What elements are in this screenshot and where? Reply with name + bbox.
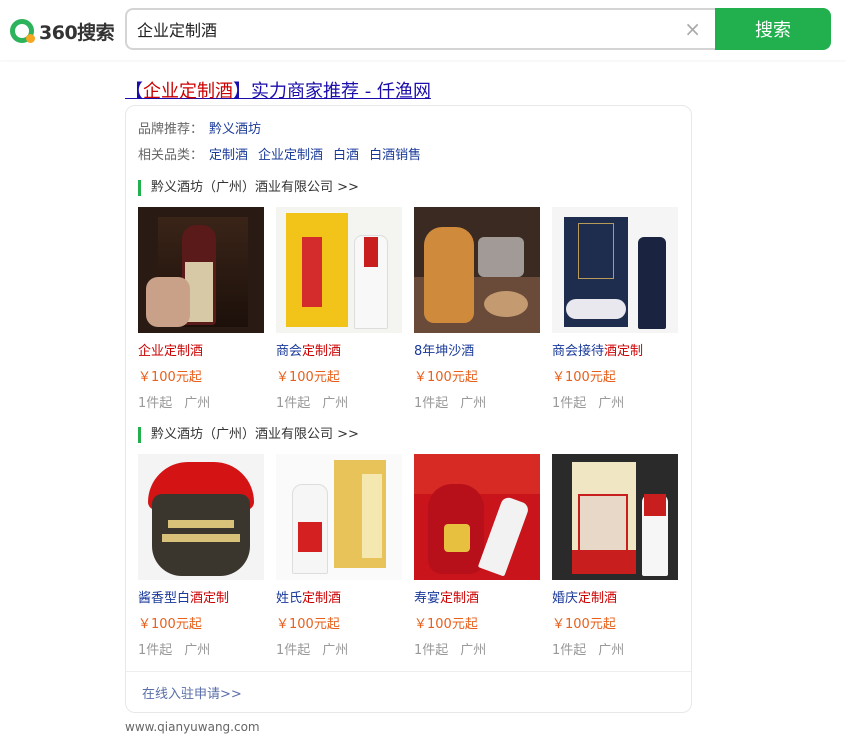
product-city: 广州: [460, 396, 487, 411]
related-link[interactable]: 定制酒: [209, 148, 248, 163]
product-city: 广州: [322, 643, 349, 658]
product-image[interactable]: [552, 207, 678, 333]
product-meta: 1件起 广州: [138, 639, 210, 658]
company-link[interactable]: 黔义酒坊（广州）酒业有限公司 >>: [138, 180, 359, 196]
logo-icon: [10, 19, 35, 43]
search-box: ×: [125, 8, 717, 50]
product-name[interactable]: 商会接待酒定制: [552, 340, 643, 359]
min-order: 1件起: [552, 643, 587, 658]
product-meta: 1件起 广州: [138, 392, 210, 411]
card-divider: [126, 671, 691, 672]
min-order: 1件起: [138, 396, 173, 411]
search-button[interactable]: 搜索: [715, 8, 831, 50]
product-name-part: 寿宴: [414, 591, 441, 606]
min-order: 1件起: [276, 643, 311, 658]
product-name-keyword: 定制酒: [578, 591, 618, 606]
product-price: ￥100元起: [552, 617, 616, 632]
product-price: ￥100元起: [414, 617, 478, 632]
related-link[interactable]: 白酒: [333, 148, 359, 163]
related-label: 相关品类：: [138, 148, 204, 163]
min-order: 1件起: [414, 643, 449, 658]
product-price: ￥100元起: [276, 370, 340, 385]
product-city: 广州: [184, 643, 211, 658]
title-rest: 】实力商家推荐 - 仟渔网: [233, 81, 431, 102]
product-card[interactable]: 姓氏定制酒 ￥100元起 1件起 广州: [276, 454, 406, 658]
product-price: ￥100元起: [414, 370, 478, 385]
product-meta: 1件起 广州: [414, 392, 486, 411]
product-name-keyword: 定制酒: [302, 344, 342, 359]
min-order: 1件起: [552, 396, 587, 411]
clear-icon[interactable]: ×: [684, 17, 701, 41]
product-city: 广州: [598, 396, 625, 411]
brand-link[interactable]: 黔义酒坊: [209, 122, 261, 137]
title-keyword: 企业定制酒: [143, 81, 233, 102]
product-name[interactable]: 寿宴定制酒: [414, 587, 479, 606]
product-name[interactable]: 企业定制酒: [138, 340, 203, 359]
title-bracket: 【: [125, 81, 143, 102]
min-order: 1件起: [276, 396, 311, 411]
product-name-part: 商会接待: [552, 344, 605, 359]
product-price: ￥100元起: [276, 617, 340, 632]
product-name[interactable]: 商会定制酒: [276, 340, 341, 359]
product-city: 广州: [598, 643, 625, 658]
product-card[interactable]: 8年坤沙酒 ￥100元起 1件起 广州: [414, 207, 544, 411]
company-link[interactable]: 黔义酒坊（广州）酒业有限公司 >>: [138, 427, 359, 443]
product-name-part: 酱香型白: [138, 591, 191, 606]
product-image[interactable]: [414, 454, 540, 580]
apply-link[interactable]: 在线入驻申请>>: [142, 683, 242, 702]
result-card: 品牌推荐： 黔义酒坊 相关品类： 定制酒 企业定制酒 白酒 白酒销售 黔义酒坊（广州）酒业…: [125, 105, 692, 713]
min-order: 1件起: [138, 643, 173, 658]
product-card[interactable]: 商会定制酒 ￥100元起 1件起 广州: [276, 207, 406, 411]
product-name-keyword: 酒定制: [604, 344, 644, 359]
product-card[interactable]: 寿宴定制酒 ￥100元起 1件起 广州: [414, 454, 544, 658]
product-meta: 1件起 广州: [276, 639, 348, 658]
product-card[interactable]: 婚庆定制酒 ￥100元起 1件起 广州: [552, 454, 682, 658]
product-city: 广州: [322, 396, 349, 411]
product-name-part: 商会: [276, 344, 303, 359]
product-city: 广州: [184, 396, 211, 411]
product-card[interactable]: 酱香型白酒定制 ￥100元起 1件起 广州: [138, 454, 268, 658]
product-price: ￥100元起: [138, 370, 202, 385]
product-name-part: 8年坤沙酒: [414, 344, 475, 359]
product-image[interactable]: [138, 454, 264, 580]
product-meta: 1件起 广州: [276, 392, 348, 411]
product-meta: 1件起 广州: [552, 392, 624, 411]
product-price: ￥100元起: [552, 370, 616, 385]
product-name[interactable]: 婚庆定制酒: [552, 587, 617, 606]
product-image[interactable]: [276, 207, 402, 333]
product-name-keyword: 酒定制: [190, 591, 230, 606]
search-input[interactable]: [137, 19, 657, 38]
brand-label: 品牌推荐：: [138, 122, 204, 137]
product-name[interactable]: 酱香型白酒定制: [138, 587, 229, 606]
result-title-link[interactable]: 【企业定制酒】实力商家推荐 - 仟渔网: [125, 77, 431, 103]
product-name-part: 姓氏: [276, 591, 303, 606]
product-name[interactable]: 8年坤沙酒: [414, 340, 474, 359]
source-url: www.qianyuwang.com: [125, 720, 260, 734]
product-card[interactable]: 商会接待酒定制 ￥100元起 1件起 广州: [552, 207, 682, 411]
related-link[interactable]: 白酒销售: [369, 148, 421, 163]
product-name[interactable]: 姓氏定制酒: [276, 587, 341, 606]
min-order: 1件起: [414, 396, 449, 411]
top-bar: 360搜索 × 搜索: [0, 0, 846, 60]
product-price: ￥100元起: [138, 617, 202, 632]
logo-text: 360搜索: [39, 21, 115, 44]
product-name-part: 婚庆: [552, 591, 579, 606]
product-name-keyword: 企业定制酒: [138, 344, 204, 359]
logo[interactable]: 360搜索: [10, 18, 115, 44]
product-image[interactable]: [276, 454, 402, 580]
product-city: 广州: [460, 643, 487, 658]
product-name-keyword: 定制酒: [440, 591, 480, 606]
product-meta: 1件起 广州: [414, 639, 486, 658]
product-card[interactable]: 企业定制酒 ￥100元起 1件起 广州: [138, 207, 268, 411]
product-image[interactable]: [138, 207, 264, 333]
related-row: 相关品类： 定制酒 企业定制酒 白酒 白酒销售: [138, 144, 421, 163]
product-image[interactable]: [414, 207, 540, 333]
product-name-keyword: 定制酒: [302, 591, 342, 606]
brand-row: 品牌推荐： 黔义酒坊: [138, 118, 261, 137]
product-image[interactable]: [552, 454, 678, 580]
product-meta: 1件起 广州: [552, 639, 624, 658]
related-link[interactable]: 企业定制酒: [258, 148, 323, 163]
